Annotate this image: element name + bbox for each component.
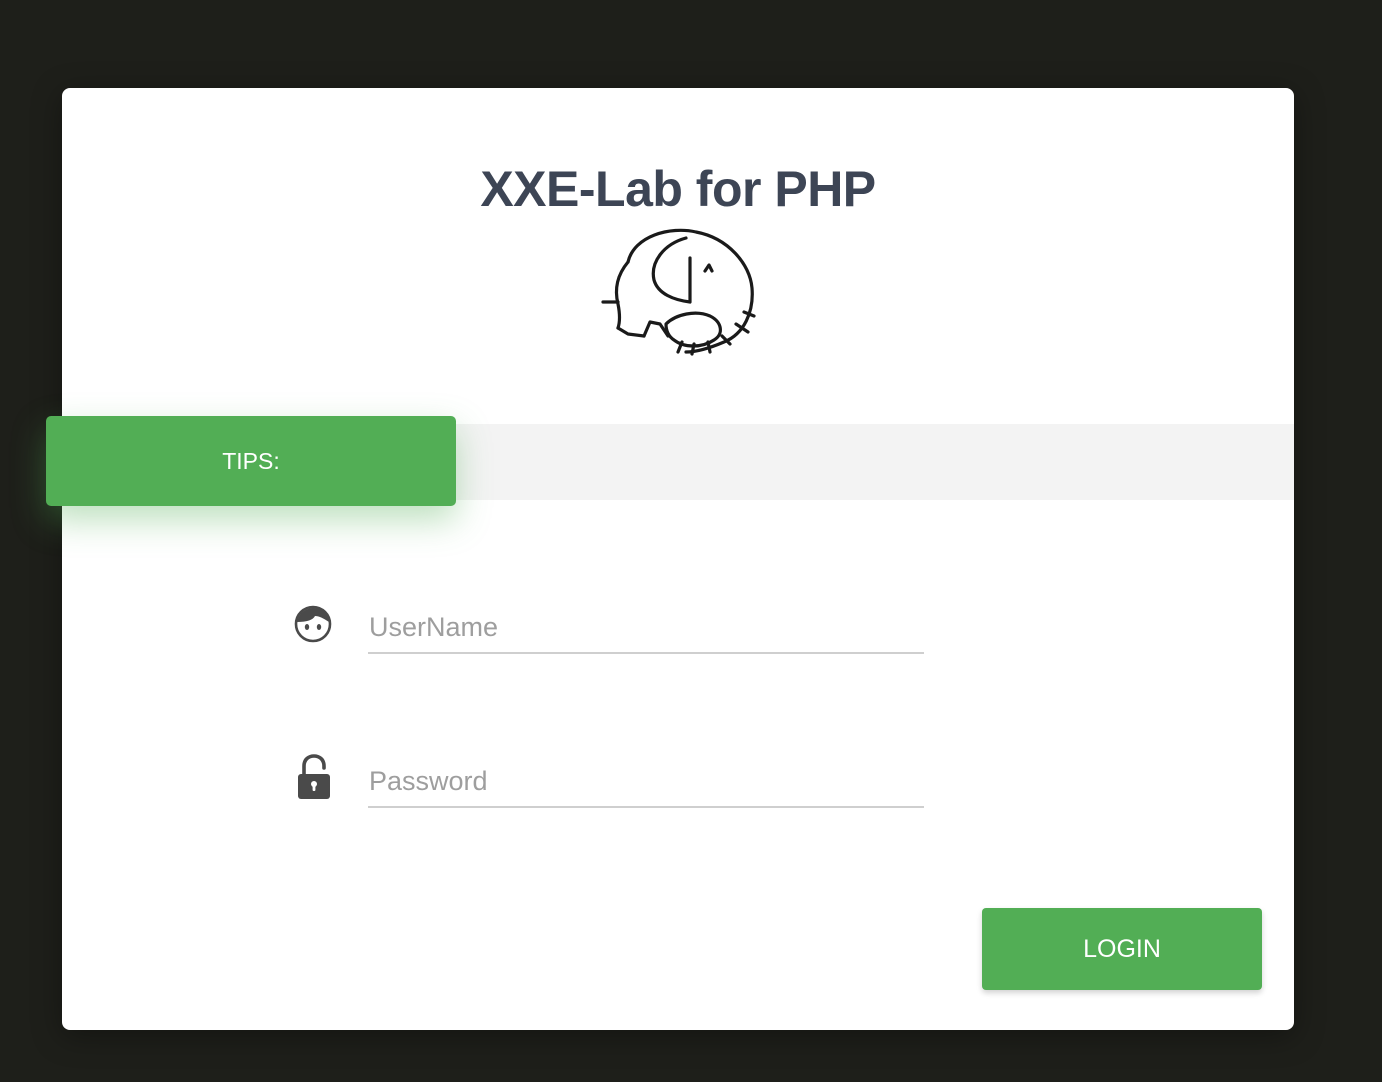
password-input[interactable] (368, 762, 924, 808)
username-input[interactable] (368, 608, 924, 654)
php-elephant-icon (601, 228, 756, 356)
login-button[interactable]: LOGIN (982, 908, 1262, 990)
user-face-icon (294, 605, 332, 643)
login-card: XXE-Lab for PHP (62, 88, 1294, 1030)
tips-label: TIPS: (222, 447, 280, 474)
tips-badge: TIPS: (46, 416, 456, 506)
unlocked-padlock-icon (298, 754, 330, 799)
page-title: XXE-Lab for PHP (480, 161, 876, 217)
